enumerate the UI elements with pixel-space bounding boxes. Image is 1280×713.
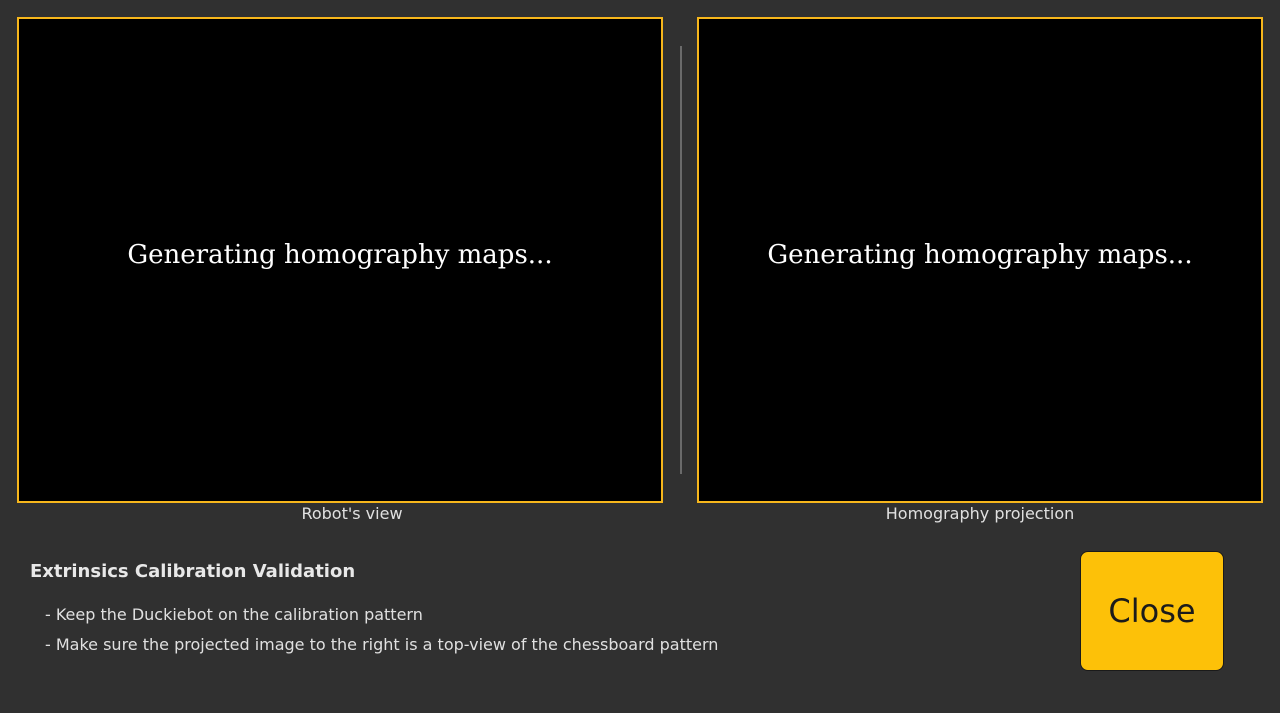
homography-projection-caption: Homography projection <box>885 504 1075 523</box>
close-button[interactable]: Close <box>1080 551 1224 671</box>
robot-view-caption: Robot's view <box>301 504 403 523</box>
homography-projection-status: Generating homography maps... <box>767 240 1193 270</box>
robot-view-panel: Generating homography maps... <box>17 17 663 503</box>
instruction-list: - Keep the Duckiebot on the calibration … <box>45 605 718 665</box>
instruction-item: - Keep the Duckiebot on the calibration … <box>45 605 423 624</box>
info-title: Extrinsics Calibration Validation <box>30 561 356 582</box>
calibration-validation-window: Generating homography maps... Generating… <box>0 0 1280 713</box>
panel-divider <box>680 46 682 474</box>
homography-projection-panel: Generating homography maps... <box>697 17 1263 503</box>
instruction-item: - Make sure the projected image to the r… <box>45 635 719 654</box>
robot-view-status: Generating homography maps... <box>127 240 553 270</box>
